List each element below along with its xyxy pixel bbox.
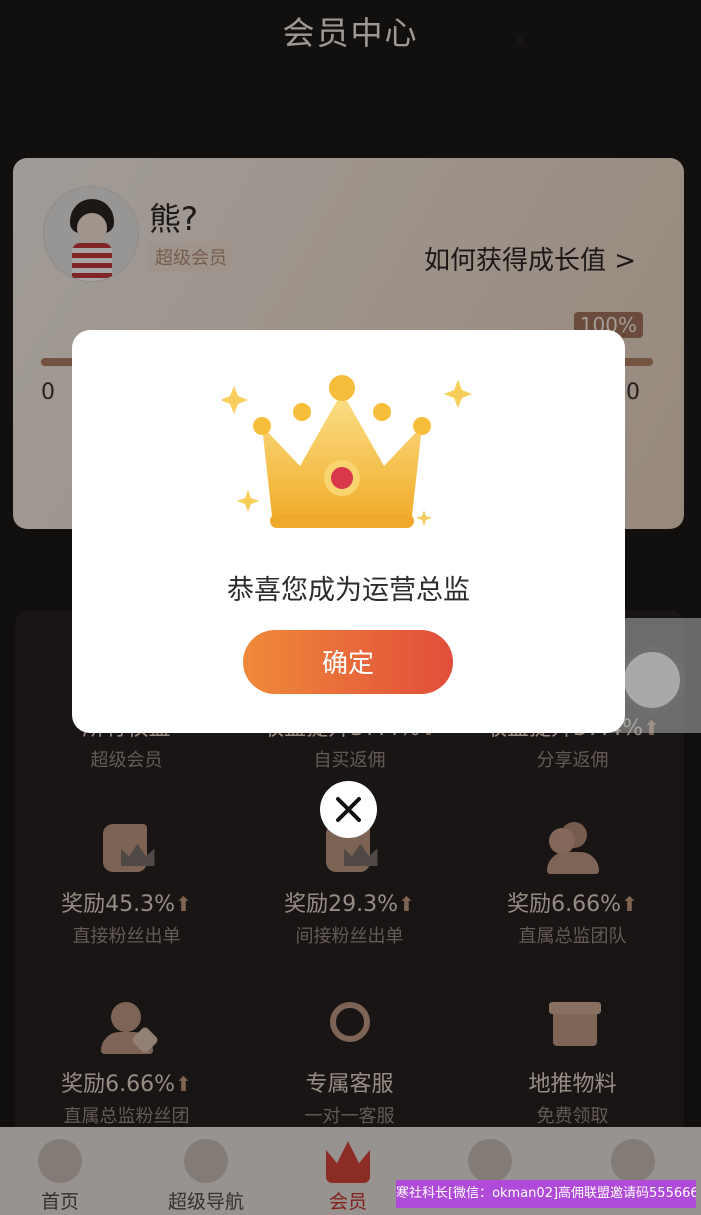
close-icon [336, 797, 361, 822]
congrats-message: 恭喜您成为运营总监 [227, 575, 470, 606]
assistive-touch-icon [618, 646, 686, 714]
watermark-banner: 寒社科长[微信：okman02]高佣联盟邀请码555666 [396, 1180, 696, 1208]
confirm-button[interactable]: 确定 [243, 630, 453, 694]
congrats-dialog: 恭喜您成为运营总监 确定 [72, 330, 625, 733]
close-dialog-button[interactable] [320, 781, 377, 838]
crown-icon [222, 375, 472, 528]
